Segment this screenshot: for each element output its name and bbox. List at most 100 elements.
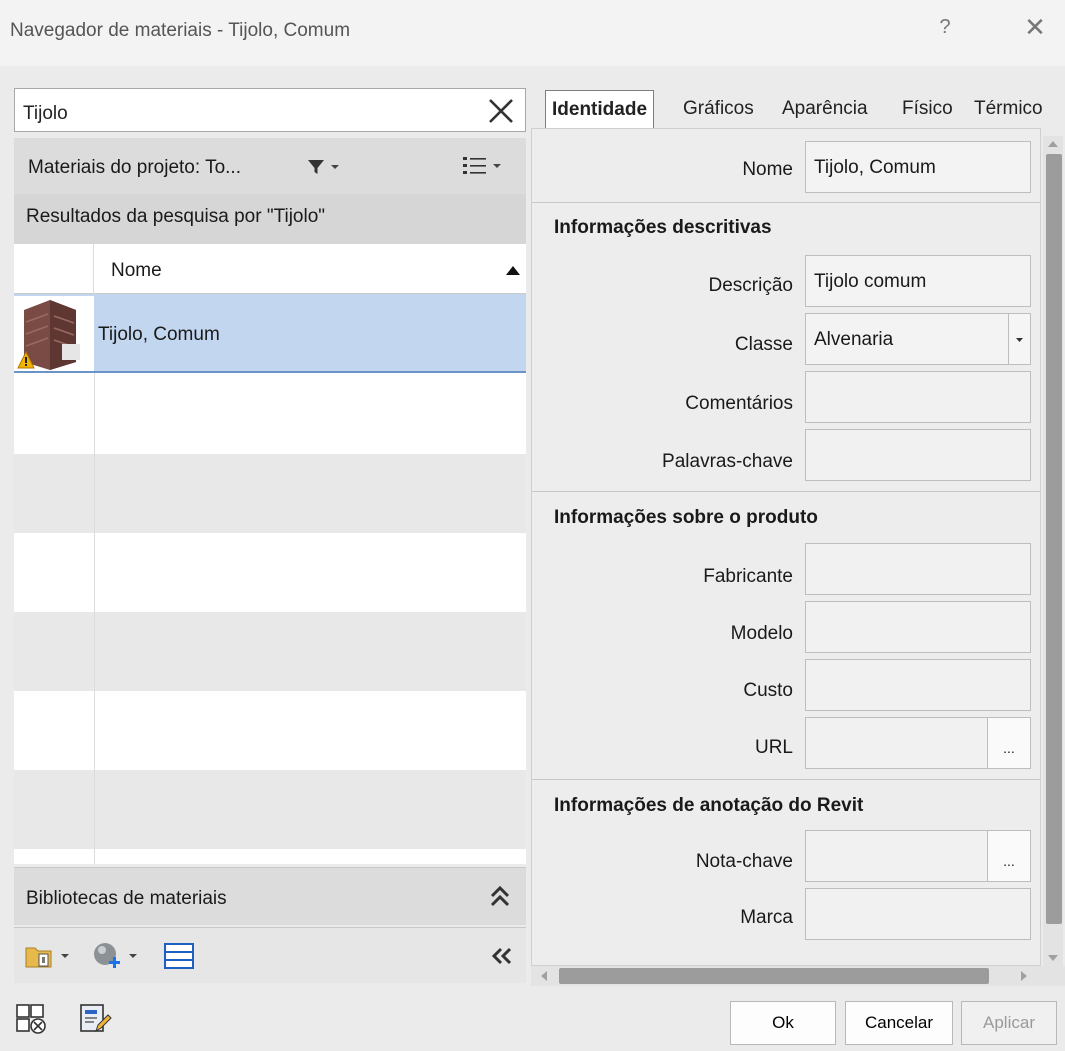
filter-icon [308,160,324,174]
vertical-scrollbar[interactable] [1043,136,1063,966]
product-info-heading: Informações sobre o produto [554,507,818,528]
chevron-down-icon [61,954,69,958]
list-item [14,691,526,770]
mark-field[interactable] [805,888,1031,940]
material-properties-panel: Identidade Gráficos Aparência Físico Tér… [531,82,1065,987]
horizontal-scroll-thumb[interactable] [559,968,989,984]
search-input[interactable] [23,103,463,125]
material-thumbnail [14,296,94,371]
panel-layout-icon [164,943,194,969]
chevron-down-icon [1016,338,1023,342]
library-toolbar [14,927,526,983]
table-row[interactable]: Tijolo, Comum [14,294,526,373]
list-item [14,454,526,533]
material-name: Tijolo, Comum [98,324,220,345]
apply-button[interactable]: Aplicar [961,1001,1057,1045]
cost-field[interactable] [805,659,1031,711]
model-field[interactable] [805,601,1031,653]
comments-label: Comentários [685,393,793,414]
create-material-button[interactable] [92,940,138,972]
project-materials-bar: Materiais do projeto: To... [14,138,526,194]
chevron-down-icon [493,164,501,168]
double-chevron-up-icon[interactable] [488,882,512,910]
list-item [14,612,526,691]
title-bar: Navegador de materiais - Tijolo, Comum ?… [0,0,1065,66]
filter-button[interactable] [306,156,356,178]
url-field[interactable] [805,717,988,769]
scroll-right-icon[interactable] [1019,970,1029,982]
edit-asset-icon[interactable] [78,1002,112,1036]
ok-button[interactable]: Ok [730,1001,836,1045]
scroll-up-icon[interactable] [1047,139,1059,149]
list-view-icon [463,157,486,174]
class-label: Classe [734,334,793,355]
chevron-down-icon [129,954,137,958]
tab-graphics[interactable]: Gráficos [679,94,758,126]
keynote-field[interactable] [805,830,988,882]
list-item [14,533,526,612]
cancel-button[interactable]: Cancelar [845,1001,953,1045]
mark-label: Marca [740,907,793,928]
section-divider [532,202,1040,203]
tab-appearance[interactable]: Aparência [778,94,872,126]
tab-thermal[interactable]: Térmico [970,94,1047,126]
property-tabs: Identidade Gráficos Aparência Físico Tér… [531,82,1065,128]
project-materials-label: Materiais do projeto: To... [28,157,241,178]
name-field[interactable]: Tijolo, Comum [805,141,1031,193]
comments-field[interactable] [805,371,1031,423]
revit-annotation-heading: Informações de anotação do Revit [554,795,864,816]
library-folder-icon [25,947,52,968]
section-divider [532,779,1040,780]
horizontal-scrollbar[interactable] [531,966,1065,986]
sort-ascending-icon [506,266,520,275]
name-column-header[interactable]: Nome [111,260,162,282]
material-libraries-label: Bibliotecas de materiais [26,888,227,909]
search-box [14,88,526,132]
cost-label: Custo [743,680,793,701]
chevron-down-icon [331,165,339,169]
material-libraries-bar[interactable]: Bibliotecas de materiais [14,867,526,925]
list-item [14,770,526,849]
close-icon[interactable] [483,93,519,129]
search-results-label: Resultados da pesquisa por "Tijolo" [26,206,326,227]
tab-identity[interactable]: Identidade [545,90,655,128]
close-button[interactable]: ✕ [1018,12,1052,42]
thumbnail-column-header [14,244,94,294]
url-browse-button[interactable]: ... [987,717,1031,769]
class-select[interactable]: Alvenaria [805,313,1009,365]
identity-properties: Nome Tijolo, Comum Informações descritiv… [531,128,1041,966]
descriptive-info-heading: Informações descritivas [554,217,772,238]
window-title: Navegador de materiais - Tijolo, Comum [10,20,351,41]
open-library-button[interactable] [24,940,70,972]
name-label: Nome [742,159,793,180]
section-divider [532,491,1040,492]
column-divider [94,373,95,864]
library-panel-toggle-button[interactable] [164,940,194,972]
add-material-icon [94,943,120,968]
keywords-label: Palavras-chave [662,451,793,472]
scroll-left-icon[interactable] [539,970,549,982]
scroll-down-icon[interactable] [1047,953,1059,963]
description-field[interactable]: Tijolo comum [805,255,1031,307]
search-results-header: Resultados da pesquisa por "Tijolo" [14,194,526,244]
list-item [14,375,526,454]
manufacturer-field[interactable] [805,543,1031,595]
material-assets-icon[interactable] [14,1002,48,1036]
brick-swatch-icon [14,296,94,371]
keywords-field[interactable] [805,429,1031,481]
description-label: Descrição [708,275,793,296]
tab-physical[interactable]: Físico [898,94,957,126]
materials-table: Nome Tijolo, Comum [14,244,526,864]
vertical-scroll-thumb[interactable] [1046,154,1062,924]
class-dropdown-button[interactable] [1008,313,1031,365]
keynote-browse-button[interactable]: ... [987,830,1031,882]
material-list-panel: Materiais do projeto: To... Resultados d… [14,82,526,987]
manufacturer-label: Fabricante [703,566,793,587]
view-options-button[interactable] [462,154,518,178]
keynote-label: Nota-chave [695,851,793,872]
double-chevron-left-icon[interactable] [490,946,514,966]
url-label: URL [754,737,793,758]
model-label: Modelo [730,623,793,644]
table-header[interactable]: Nome [14,244,526,294]
help-button[interactable]: ? [930,16,960,39]
